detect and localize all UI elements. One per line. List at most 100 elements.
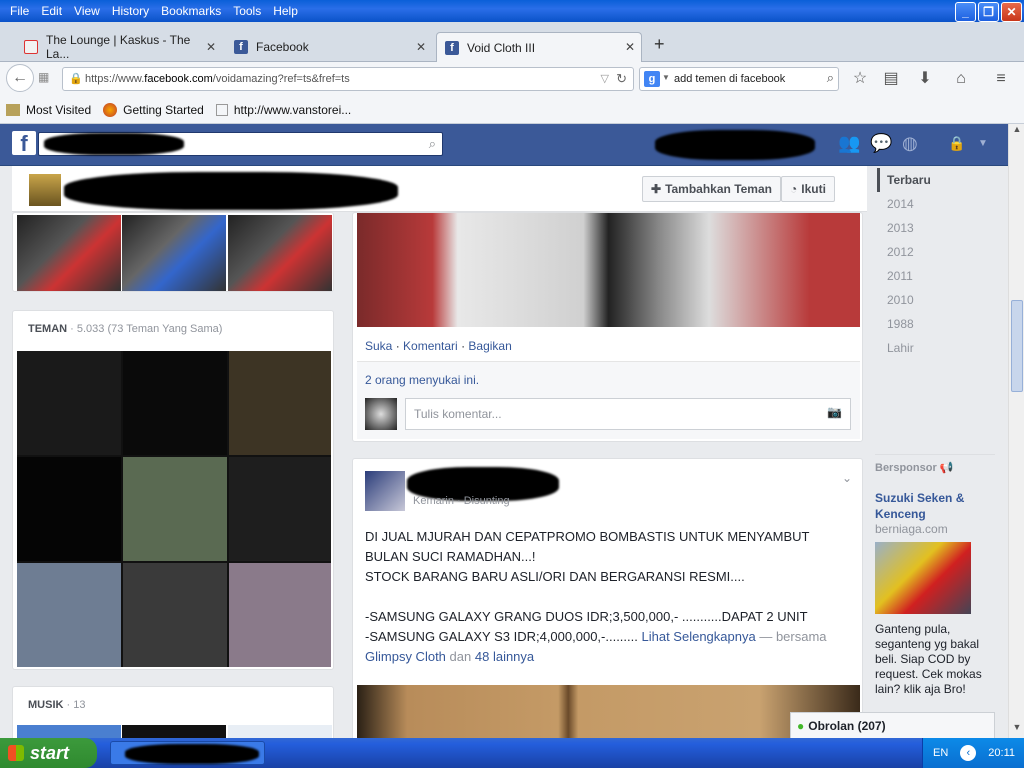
tab-facebook[interactable]: f Facebook ✕ (226, 33, 432, 61)
friend-photo[interactable] (229, 457, 331, 561)
search-icon[interactable]: ⌕ (429, 136, 436, 152)
privacy-icon[interactable]: 🔒 (948, 135, 965, 152)
friend-requests-icon[interactable]: 👥 (838, 133, 860, 154)
friend-photo[interactable] (123, 563, 227, 667)
year-item[interactable]: 2014 (877, 192, 997, 216)
chevron-left-icon[interactable]: ‹ (960, 745, 977, 761)
language-indicator[interactable]: EN (933, 747, 948, 759)
download-icon[interactable]: ⬇ (914, 68, 936, 90)
bookmark-label: http://www.vanstorei... (233, 102, 352, 117)
tagged-link[interactable]: Glimpsy Cloth (365, 649, 446, 664)
chevron-down-icon[interactable]: ⌄ (842, 471, 852, 485)
reading-list-icon[interactable]: ▤ (880, 68, 902, 90)
scroll-thumb[interactable] (1011, 300, 1023, 392)
bookmark-getting-started[interactable]: Getting Started (103, 102, 204, 117)
year-item[interactable]: 2010 (877, 288, 997, 312)
sponsored-section: Bersponsor 📢 Suzuki Seken & Kenceng bern… (875, 454, 995, 697)
page-info-icon[interactable]: ▦ (38, 70, 49, 84)
post-image[interactable] (357, 213, 860, 327)
friend-photo[interactable] (17, 563, 121, 667)
menu-edit[interactable]: Edit (35, 4, 68, 18)
scroll-down-icon[interactable]: ▼ (1010, 722, 1024, 738)
see-more-link[interactable]: Lihat Selengkapnya (642, 629, 756, 644)
menu-file[interactable]: File (4, 4, 35, 18)
photo-thumbnail[interactable] (17, 215, 121, 291)
menu-tools[interactable]: Tools (227, 4, 267, 18)
add-friend-label: Tambahkan Teman (665, 182, 772, 196)
comment-input[interactable]: Tulis komentar... 📷 (405, 398, 851, 430)
friend-photo[interactable] (17, 457, 121, 561)
ad-image[interactable] (875, 542, 971, 614)
ad-title[interactable]: Suzuki Seken & Kenceng (875, 490, 995, 522)
taskbar-window-button[interactable] (110, 741, 265, 765)
bookmark-most-visited[interactable]: Most Visited (6, 103, 91, 117)
year-item-latest[interactable]: Terbaru (877, 168, 997, 192)
system-tray: EN ‹ 20:11 (922, 738, 1024, 768)
messages-icon[interactable]: 💬 (870, 133, 892, 154)
dropdown-arrow-icon[interactable]: ▽ (601, 72, 609, 85)
year-item[interactable]: 1988 (877, 312, 997, 336)
account-menu-icon[interactable]: ▼ (978, 138, 988, 149)
reload-icon[interactable]: ↻ (616, 71, 627, 87)
post-line: -SAMSUNG GALAXY S3 IDR;4,000,000,-......… (365, 629, 638, 644)
back-button[interactable]: ← (6, 64, 34, 92)
year-item[interactable]: 2012 (877, 240, 997, 264)
year-item[interactable]: 2011 (877, 264, 997, 288)
post-image[interactable] (357, 685, 860, 740)
year-item[interactable]: Lahir (877, 336, 997, 360)
photo-thumbnail[interactable] (122, 215, 226, 291)
tab-void-cloth[interactable]: f Void Cloth III ✕ (436, 32, 642, 62)
likes-count[interactable]: 2 orang menyukai ini. (365, 373, 479, 387)
restore-button[interactable]: ❐ (978, 2, 999, 22)
new-tab-button[interactable]: + (654, 34, 665, 55)
music-label[interactable]: MUSIK (28, 699, 63, 711)
bookmark-star-icon[interactable]: ☆ (849, 68, 871, 90)
minimize-button[interactable]: _ (955, 2, 976, 22)
camera-icon[interactable]: 📷 (827, 405, 842, 419)
notifications-icon[interactable]: ◍ (902, 133, 918, 154)
close-tab-icon[interactable]: ✕ (416, 40, 426, 54)
photo-thumbnail[interactable] (228, 215, 332, 291)
profile-avatar[interactable] (29, 174, 61, 206)
friend-photo[interactable] (123, 457, 227, 561)
facebook-logo[interactable]: f (12, 131, 36, 156)
menu-history[interactable]: History (106, 4, 155, 18)
tab-title: Void Cloth III (467, 40, 536, 55)
menu-hamburger-icon[interactable]: ≡ (990, 68, 1012, 90)
close-tab-icon[interactable]: ✕ (625, 40, 635, 54)
start-button[interactable]: start (0, 738, 97, 768)
friend-photo[interactable] (17, 351, 121, 455)
ad-text: Ganteng pula, seganteng yg bakal beli. S… (875, 622, 982, 696)
search-bar[interactable]: g ▼ add temen di facebook ⌕ (639, 67, 839, 91)
ad-domain[interactable]: berniaga.com (875, 522, 995, 536)
add-friend-button[interactable]: ✚ Tambahkan Teman (642, 176, 781, 202)
close-tab-icon[interactable]: ✕ (206, 40, 216, 54)
tab-kaskus[interactable]: The Lounge | Kaskus - The La... ✕ (16, 33, 222, 61)
share-link[interactable]: Bagikan (468, 339, 511, 353)
poster-avatar[interactable] (365, 471, 405, 511)
url-bar[interactable]: 🔒 https://www. facebook.com/voidamazing?r… (62, 67, 634, 91)
home-icon[interactable]: ⌂ (950, 68, 972, 90)
follow-button[interactable]: ◔ Ikuti (781, 176, 835, 202)
friends-label[interactable]: TEMAN (28, 323, 67, 335)
comment-link[interactable]: Komentari (403, 339, 458, 353)
others-link[interactable]: 48 lainnya (475, 649, 534, 664)
and-text: dan (449, 649, 472, 664)
scrollbar[interactable]: ▲ ▼ (1008, 124, 1024, 738)
chat-bar[interactable]: ● Obrolan (207) (790, 712, 995, 740)
menu-help[interactable]: Help (267, 4, 304, 18)
search-icon[interactable]: ⌕ (827, 70, 834, 86)
tab-title: Facebook (256, 40, 309, 54)
year-item[interactable]: 2013 (877, 216, 997, 240)
bookmark-vanstore[interactable]: http://www.vanstorei... (215, 102, 352, 117)
menu-view[interactable]: View (68, 4, 106, 18)
sponsored-label: Bersponsor (875, 462, 937, 474)
scroll-up-icon[interactable]: ▲ (1010, 124, 1024, 140)
close-window-button[interactable]: ✕ (1001, 2, 1022, 22)
menu-bookmarks[interactable]: Bookmarks (155, 4, 227, 18)
url-prefix: https://www. (85, 73, 145, 85)
like-link[interactable]: Suka (365, 339, 392, 353)
friend-photo[interactable] (229, 563, 331, 667)
friend-photo[interactable] (123, 351, 227, 455)
friend-photo[interactable] (229, 351, 331, 455)
